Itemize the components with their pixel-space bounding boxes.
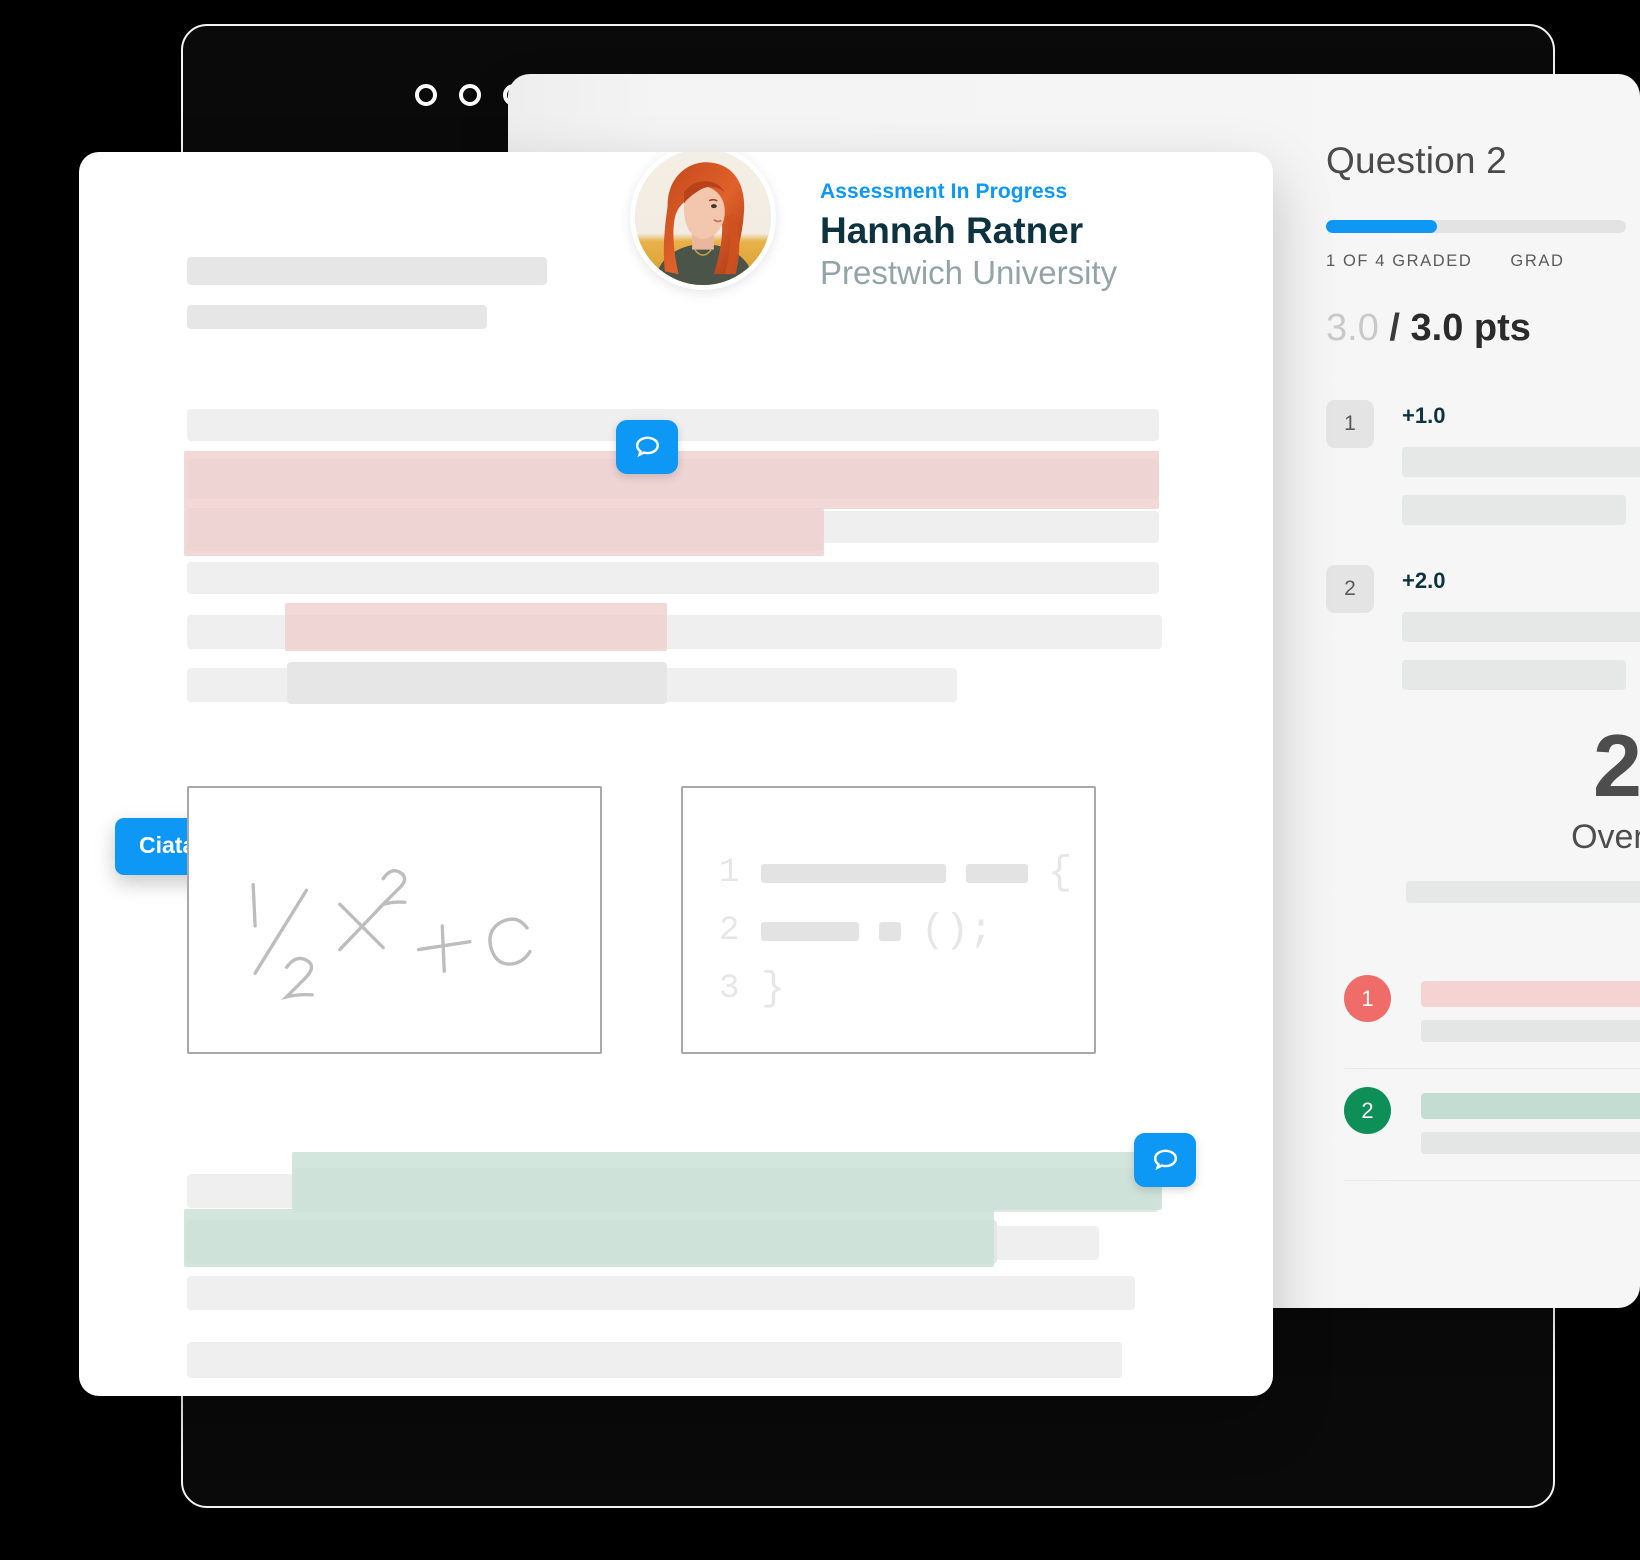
window-dot-1[interactable]	[415, 84, 437, 106]
flag-badge: 2	[1344, 1087, 1391, 1134]
student-portrait-photo	[635, 152, 771, 285]
highlight-red-region[interactable]	[184, 508, 824, 556]
avatar	[630, 152, 776, 290]
code-line: 2 ();	[719, 902, 1074, 960]
rubric-item-description-placeholder	[1402, 447, 1640, 477]
paragraph-line	[187, 1276, 1135, 1310]
student-school: Prestwich University	[820, 254, 1118, 291]
comment-chip-bottom[interactable]	[1134, 1133, 1196, 1187]
overall-score-section: 28 Overall S 12	[1326, 722, 1640, 1181]
speech-bubble-icon	[635, 436, 659, 457]
code-line-number: 2	[719, 912, 740, 950]
screenshot-stage: Question 2 1 OF 4 GRADED GRAD 3.0 / 3.0 …	[0, 0, 1640, 1560]
rubric-item-key[interactable]: 1	[1326, 400, 1374, 448]
flag-secondary-bar	[1421, 1020, 1640, 1042]
student-name: Hannah Ratner	[820, 210, 1084, 251]
progress-label-graded-count: 1 OF 4 GRADED	[1326, 252, 1473, 270]
code-token-placeholder	[966, 863, 1028, 883]
assessment-status: Assessment In Progress	[820, 180, 1068, 203]
math-expression-strokes	[251, 869, 532, 1000]
doc-subtitle-placeholder	[187, 305, 487, 329]
rubric-section: Question 2 1 OF 4 GRADED GRAD 3.0 / 3.0 …	[1326, 140, 1640, 730]
points-separator: /	[1389, 307, 1400, 349]
progress-labels: 1 OF 4 GRADED GRAD	[1326, 252, 1640, 271]
flagged-item-row[interactable]: 2	[1344, 1069, 1640, 1181]
points-total: 3.0 pts	[1410, 307, 1531, 349]
submission-document-card: Assessment In Progress Hannah Ratner Pre…	[79, 152, 1273, 1396]
code-line: 3}	[719, 960, 1074, 1018]
highlight-green-region[interactable]	[184, 1209, 994, 1267]
rubric-item-points: +2.0	[1402, 568, 1446, 593]
rubric-item-key[interactable]: 2	[1326, 565, 1374, 613]
speech-bubble-icon	[1153, 1149, 1177, 1170]
code-line: 1{	[719, 844, 1074, 902]
rubric-item-points: +1.0	[1402, 403, 1446, 428]
points-summary: 3.0 / 3.0 pts	[1326, 307, 1640, 350]
student-header: Assessment In Progress Hannah Ratner Pre…	[630, 152, 1117, 292]
overall-score-placeholder-bar	[1406, 881, 1640, 903]
paragraph-line	[187, 562, 1159, 594]
comment-chip-top[interactable]	[616, 420, 678, 474]
code-answer-box[interactable]: 1{2 (); 3}	[681, 786, 1096, 1054]
grading-progress-bar[interactable]	[1326, 220, 1626, 233]
progress-label-graded-truncated: GRAD	[1510, 252, 1565, 270]
doc-title-placeholder	[187, 257, 547, 285]
overall-score-label: Overall S	[1571, 818, 1640, 856]
code-symbol: ();	[921, 908, 994, 954]
code-symbol: }	[761, 966, 786, 1012]
flagged-items-list: 12	[1326, 957, 1640, 1181]
highlight-red-region[interactable]	[285, 603, 667, 651]
rubric-item-body: +2.0	[1402, 565, 1640, 690]
flag-bars	[1421, 1087, 1640, 1154]
code-line-number: 3	[719, 970, 740, 1008]
code-line-list: 1{2 (); 3}	[719, 844, 1074, 1018]
handwritten-math-answer[interactable]	[187, 786, 602, 1054]
code-line-number: 1	[719, 854, 740, 892]
question-title: Question 2	[1326, 140, 1507, 181]
window-dot-2[interactable]	[459, 84, 481, 106]
flag-secondary-bar	[1421, 1132, 1640, 1154]
flag-bars	[1421, 975, 1640, 1042]
flagged-item-row[interactable]: 1	[1344, 957, 1640, 1069]
flag-primary-bar	[1421, 1093, 1640, 1119]
overall-score-value: 28	[1593, 716, 1640, 815]
rubric-item[interactable]: 2 +2.0	[1326, 565, 1640, 690]
student-text-block: Assessment In Progress Hannah Ratner Pre…	[820, 152, 1117, 292]
code-token-placeholder	[761, 863, 946, 883]
flag-primary-bar	[1421, 981, 1640, 1007]
rubric-item-body: +1.0	[1402, 400, 1640, 525]
paragraph-line	[187, 1342, 1122, 1378]
rubric-item-list: 1 +1.0 2 +2.0	[1326, 400, 1640, 690]
rubric-item-description-placeholder	[1402, 612, 1640, 642]
highlight-green-region[interactable]	[292, 1152, 1162, 1210]
grading-progress-fill	[1326, 220, 1437, 233]
code-token-placeholder	[761, 921, 859, 941]
rubric-item-description-placeholder	[1402, 495, 1626, 525]
code-token-placeholder	[879, 921, 901, 941]
flag-badge: 1	[1344, 975, 1391, 1022]
rubric-item-description-placeholder	[1402, 660, 1626, 690]
code-symbol: {	[1048, 850, 1073, 896]
points-earned: 3.0	[1326, 307, 1379, 349]
paragraph-line	[287, 662, 667, 704]
rubric-item[interactable]: 1 +1.0	[1326, 400, 1640, 525]
